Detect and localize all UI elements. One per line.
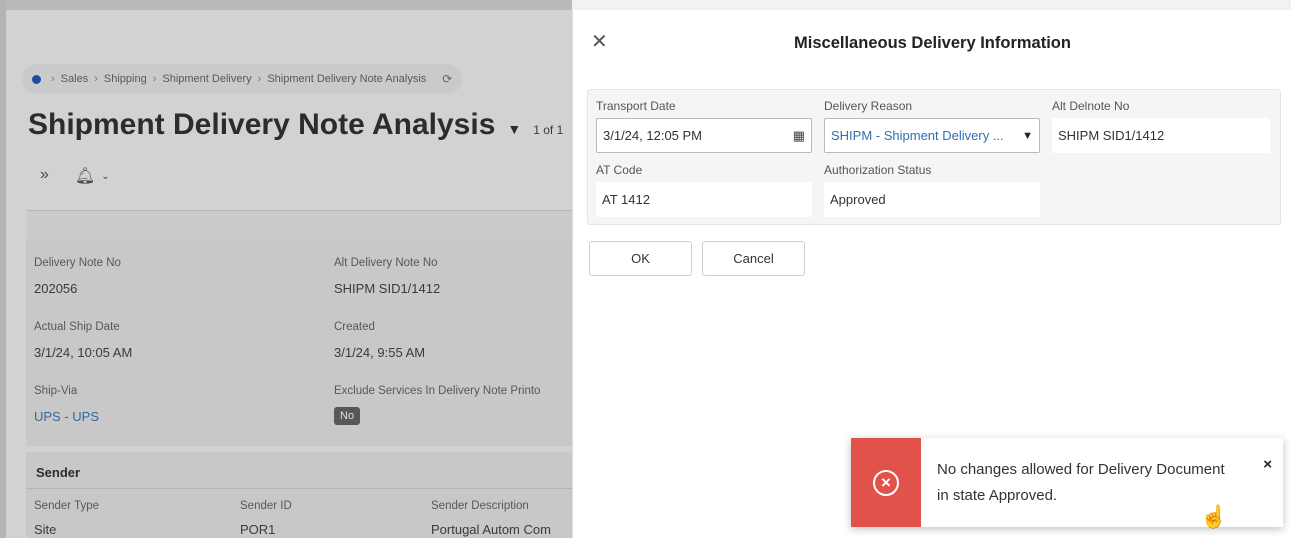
dialog-form: Transport Date 3/1/24, 12:05 PM ▦ Delive… bbox=[587, 89, 1281, 225]
field-label: Authorization Status bbox=[824, 163, 932, 177]
background-page: › Sales › Shipping › Shipment Delivery ›… bbox=[0, 0, 572, 538]
error-circle-x-icon: × bbox=[873, 469, 899, 496]
authorization-status-field: Authorization Status Approved bbox=[824, 163, 1040, 217]
transport-date-field: Transport Date 3/1/24, 12:05 PM ▦ bbox=[596, 99, 812, 153]
caret-down-icon: ▼ bbox=[1022, 129, 1033, 142]
field-label: Alt Delnote No bbox=[1052, 99, 1130, 113]
alt-delnote-no-value: SHIPM SID1/1412 bbox=[1052, 118, 1270, 153]
cancel-button[interactable]: Cancel bbox=[702, 241, 805, 276]
at-code-field: AT Code AT 1412 bbox=[596, 163, 812, 217]
toast-icon-area: × bbox=[851, 438, 921, 527]
modal-overlay[interactable] bbox=[0, 0, 572, 538]
hand-pointer-icon: ☝ bbox=[1200, 504, 1228, 529]
alt-delnote-no-field: Alt Delnote No SHIPM SID1/1412 bbox=[1052, 99, 1270, 153]
transport-date-input[interactable]: 3/1/24, 12:05 PM ▦ bbox=[596, 118, 812, 153]
delivery-reason-field: Delivery Reason SHIPM - Shipment Deliver… bbox=[824, 99, 1040, 153]
toast-message: No changes allowed for Delivery Document… bbox=[937, 461, 1225, 504]
close-icon[interactable]: × bbox=[1263, 456, 1272, 473]
delivery-reason-select[interactable]: SHIPM - Shipment Delivery ... ▼ bbox=[824, 118, 1040, 153]
field-label: AT Code bbox=[596, 163, 643, 177]
field-label: Delivery Reason bbox=[824, 99, 913, 113]
authorization-status-value: Approved bbox=[824, 182, 1040, 217]
ok-button[interactable]: OK bbox=[589, 241, 692, 276]
at-code-value: AT 1412 bbox=[596, 182, 812, 217]
transport-date-value: 3/1/24, 12:05 PM bbox=[603, 128, 703, 143]
dialog-title: Miscellaneous Delivery Information bbox=[794, 34, 1071, 52]
delivery-reason-value: SHIPM - Shipment Delivery ... bbox=[831, 128, 1004, 143]
field-label: Transport Date bbox=[596, 99, 676, 113]
calendar-icon[interactable]: ▦ bbox=[793, 128, 805, 144]
